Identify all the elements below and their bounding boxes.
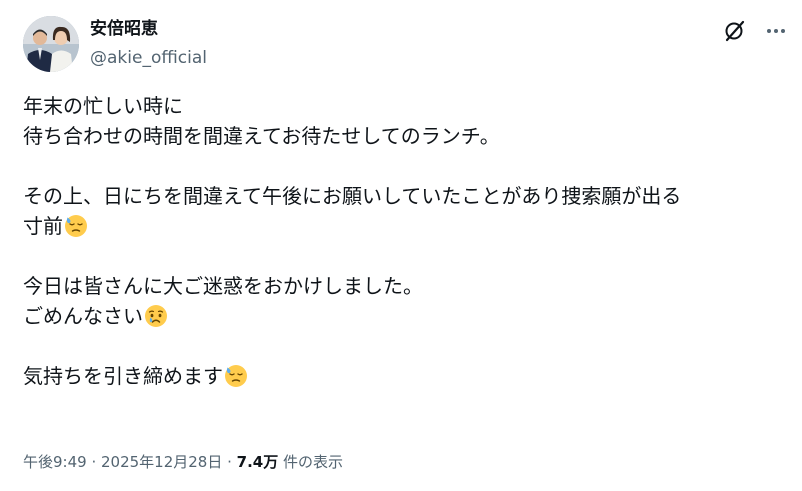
tweet-line: その上、日にちを間違えて午後にお願いしていたことがあり捜索願が出る — [23, 184, 682, 208]
meta-separator: · — [222, 453, 237, 471]
tweet-line: 気持ちを引き締めます — [23, 361, 793, 391]
tweet-line: 寸前 — [23, 211, 793, 241]
avatar[interactable] — [23, 16, 79, 72]
downcast-face-with-sweat-emoji — [64, 214, 88, 238]
author-handle[interactable]: @akie_official — [90, 47, 207, 69]
tweet-metadata: 午後9:49 · 2025年12月28日 · 7.4万 件の表示 — [23, 451, 343, 473]
downcast-face-with-sweat-emoji — [224, 364, 248, 388]
tweet-line: ごめんなさい — [23, 301, 793, 331]
tweet-time[interactable]: 午後9:49 — [23, 453, 87, 471]
views-count: 7.4万 — [236, 453, 279, 471]
tweet-line: 今日は皆さんに大ご迷惑をおかけしました。 — [23, 274, 423, 298]
tweet-date[interactable]: 2025年12月28日 — [101, 453, 222, 471]
grok-icon[interactable] — [722, 18, 748, 44]
meta-separator: · — [86, 453, 101, 471]
tweet-line: 待ち合わせの時間を間違えてお待たせしてのランチ。 — [23, 124, 500, 148]
tweet-line: 年末の忙しい時に — [23, 94, 183, 118]
views-label: 件の表示 — [278, 453, 344, 471]
tweet-card: 安倍昭恵 @akie_official 年末の忙しい時に 待ち合わせの時間を間違… — [0, 0, 802, 491]
tweet-text: 年末の忙しい時に 待ち合わせの時間を間違えてお待たせしてのランチ。 その上、日に… — [23, 91, 793, 391]
author-display-name[interactable]: 安倍昭恵 — [90, 18, 158, 40]
more-options-icon[interactable] — [762, 18, 790, 44]
crying-face-emoji — [144, 304, 168, 328]
